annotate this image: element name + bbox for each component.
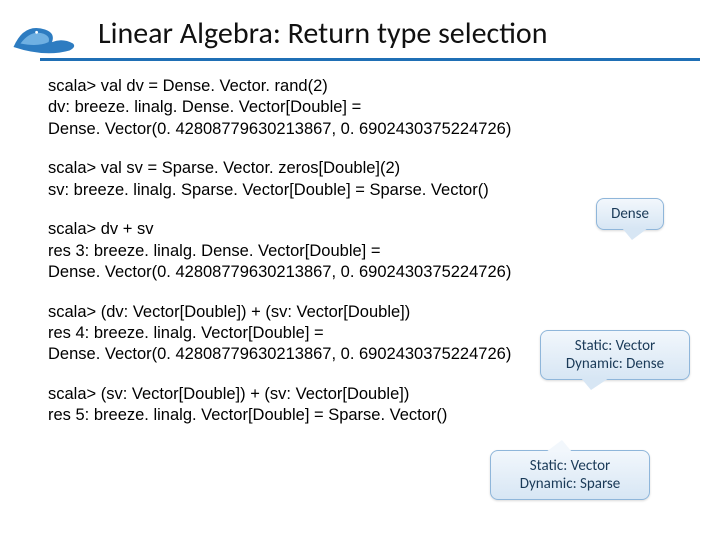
code-line: scala> val dv = Dense. Vector. rand(2) <box>48 76 672 97</box>
code-line: dv: breeze. linalg. Dense. Vector[Double… <box>48 97 672 118</box>
callout-dense: Dense <box>596 198 664 230</box>
callout-text: Dense <box>611 205 649 223</box>
slide-header: Linear Algebra: Return type selection <box>0 0 720 58</box>
code-line: scala> dv + sv <box>48 219 672 240</box>
callout-static-dynamic-dense: Static: Vector Dynamic: Dense <box>540 330 690 380</box>
callout-text: Dynamic: Sparse <box>505 475 635 493</box>
callout-text: Dynamic: Dense <box>555 355 675 373</box>
code-block-5: scala> (sv: Vector[Double]) + (sv: Vecto… <box>48 384 672 427</box>
code-line: sv: breeze. linalg. Sparse. Vector[Doubl… <box>48 180 672 201</box>
callout-text: Static: Vector <box>505 457 635 475</box>
code-line: res 3: breeze. linalg. Dense. Vector[Dou… <box>48 241 672 262</box>
code-line: scala> (sv: Vector[Double]) + (sv: Vecto… <box>48 384 672 405</box>
code-block-2: scala> val sv = Sparse. Vector. zeros[Do… <box>48 158 672 201</box>
callout-text: Static: Vector <box>555 337 675 355</box>
code-block-3: scala> dv + sv res 3: breeze. linalg. De… <box>48 219 672 283</box>
callout-static-dynamic-sparse: Static: Vector Dynamic: Sparse <box>490 450 650 500</box>
slide-title: Linear Algebra: Return type selection <box>98 15 548 52</box>
breeze-logo <box>10 8 80 58</box>
code-block-1: scala> val dv = Dense. Vector. rand(2) d… <box>48 76 672 140</box>
title-underline <box>40 58 700 61</box>
code-line: scala> (dv: Vector[Double]) + (sv: Vecto… <box>48 302 672 323</box>
code-line: res 5: breeze. linalg. Vector[Double] = … <box>48 405 672 426</box>
code-line: scala> val sv = Sparse. Vector. zeros[Do… <box>48 158 672 179</box>
code-line: Dense. Vector(0. 42808779630213867, 0. 6… <box>48 119 672 140</box>
code-line: Dense. Vector(0. 42808779630213867, 0. 6… <box>48 262 672 283</box>
